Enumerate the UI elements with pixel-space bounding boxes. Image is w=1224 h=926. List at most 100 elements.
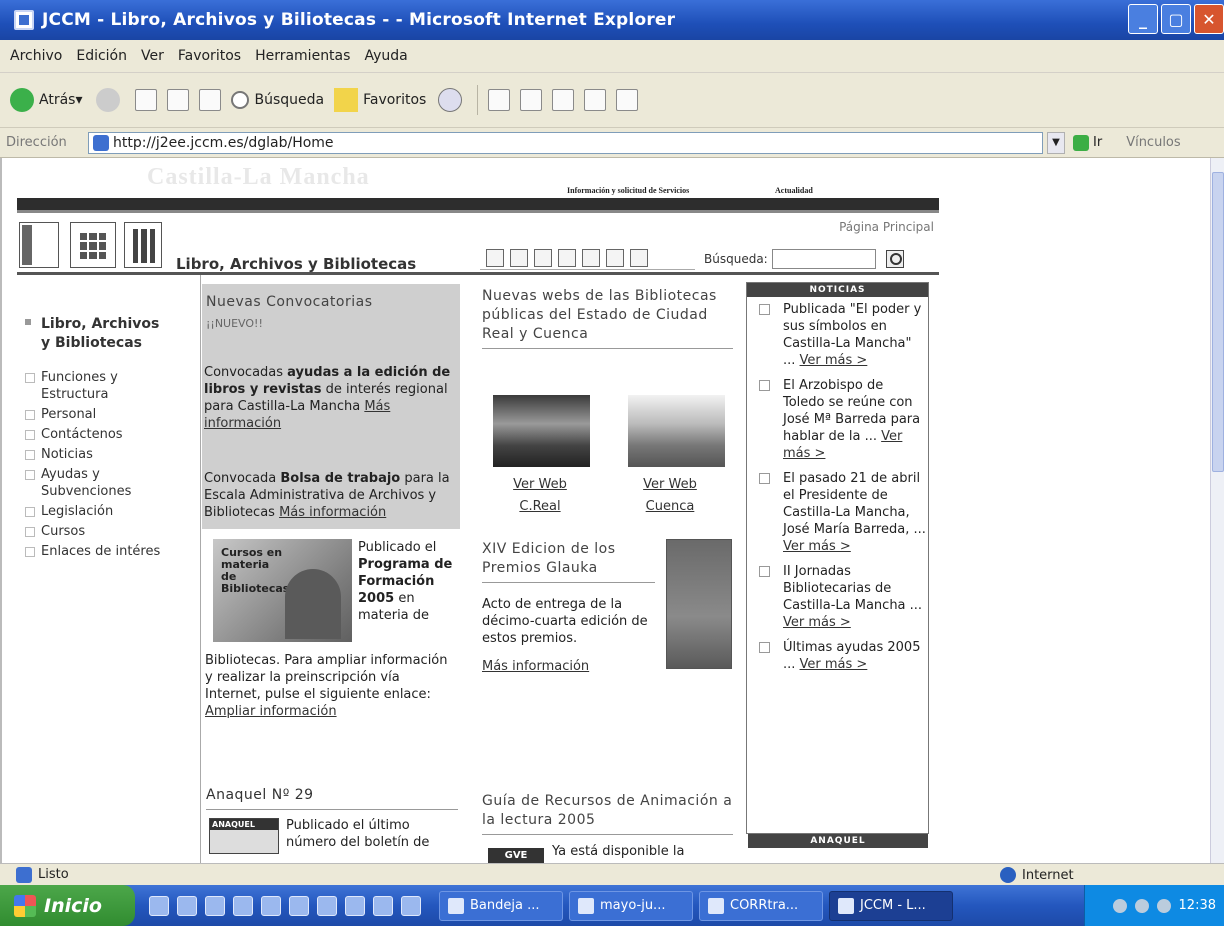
go-button[interactable]: Ir [1073, 134, 1102, 151]
guia-text: Ya está disponible la [552, 844, 685, 859]
tray-icon[interactable] [1156, 898, 1171, 913]
home-icon[interactable] [199, 89, 222, 111]
home-link[interactable]: Página Principal [839, 220, 934, 234]
window-title: JCCM - Libro, Archivos y Biliotecas - - … [42, 10, 676, 30]
menu-ver[interactable]: Ver [141, 48, 164, 64]
grid-tool-icon[interactable] [534, 248, 552, 267]
sitemap-icon[interactable] [630, 248, 648, 267]
news-item: II Jornadas Bibliotecarias de Castilla-L… [757, 563, 928, 631]
mail-tool-icon[interactable] [606, 248, 624, 267]
minimize-button[interactable]: _ [1128, 4, 1158, 34]
address-label: Dirección [6, 135, 67, 150]
site-search-icon[interactable] [885, 250, 904, 268]
ver-mas-link[interactable]: Ver más > [783, 615, 851, 630]
menu-ayuda[interactable]: Ayuda [364, 48, 407, 64]
quick-launch-icon[interactable] [401, 895, 421, 916]
sidebar-item-ayudas[interactable]: Ayudas y Subvenciones [25, 466, 145, 500]
edit-icon[interactable] [552, 89, 575, 111]
menu-edicion[interactable]: Edición [76, 48, 127, 64]
links-button[interactable]: Vínculos [1126, 135, 1180, 150]
text-size-icon[interactable] [582, 248, 600, 267]
forward-icon[interactable] [96, 88, 121, 112]
page-viewport: Castilla-La Mancha Información y solicit… [0, 158, 1224, 863]
task-mayo[interactable]: mayo-ju... [569, 890, 693, 921]
guia-logo: GVE [488, 848, 544, 863]
news-item: Publicada "El poder y sus símbolos en Ca… [757, 301, 928, 369]
quick-launch-icon[interactable] [345, 895, 365, 916]
ver-mas-link[interactable]: Ver más > [783, 539, 851, 554]
home-tool-icon[interactable] [486, 248, 504, 267]
ampliar-informacion-link[interactable]: Ampliar información [205, 704, 337, 719]
tray-icon[interactable] [1134, 898, 1149, 913]
task-corr[interactable]: CORRtra... [699, 890, 823, 921]
quick-launch-icon[interactable] [177, 895, 197, 916]
premios-text: Acto de entrega de la décimo-cuarta edic… [482, 597, 648, 646]
layout-three-column-icon[interactable] [124, 222, 162, 268]
quick-launch-icon[interactable] [317, 895, 337, 916]
magnifier-icon [231, 91, 250, 109]
quick-launch-icon[interactable] [233, 895, 253, 916]
close-button[interactable]: ✕ [1194, 4, 1224, 34]
sidebar-item-cursos[interactable]: Cursos [25, 523, 160, 540]
biblioteca-ciudad-real-photo[interactable] [493, 395, 590, 467]
vertical-scrollbar[interactable] [1210, 158, 1224, 863]
cursos-image[interactable]: Cursos en materia de Bibliotecas [213, 539, 352, 642]
sidebar-item-funciones[interactable]: Funciones y Estructura [25, 369, 145, 403]
scroll-thumb[interactable] [1212, 172, 1224, 472]
biblioteca-cuenca-photo[interactable] [628, 395, 725, 467]
quick-launch [149, 895, 421, 916]
site-brand: Castilla-La Mancha [147, 164, 370, 190]
ver-mas-link[interactable]: Ver más > [800, 353, 868, 368]
sidebar-item-legislacion[interactable]: Legislación [25, 503, 160, 520]
task-bandeja[interactable]: Bandeja ... [439, 890, 563, 921]
history-icon[interactable] [438, 88, 463, 112]
address-url: http://j2ee.jccm.es/dglab/Home [113, 134, 334, 151]
ver-web-cuenca-link[interactable]: Ver Web Cuenca [625, 474, 715, 518]
more-info-link[interactable]: Más información [279, 505, 386, 520]
quick-launch-icon[interactable] [373, 895, 393, 916]
premios-more-info-link[interactable]: Más información [482, 659, 589, 674]
nav-actualidad[interactable]: Actualidad [775, 186, 813, 195]
noticias-header: NOTICIAS [747, 283, 928, 297]
messenger-icon[interactable] [616, 89, 639, 111]
sidebar-item-enlaces[interactable]: Enlaces de intéres [25, 543, 160, 560]
ver-mas-link[interactable]: Ver más > [800, 657, 868, 672]
maximize-button[interactable]: ▢ [1161, 4, 1191, 34]
task-jccm[interactable]: JCCM - L... [829, 890, 953, 921]
nav-servicios[interactable]: Información y solicitud de Servicios [567, 186, 689, 195]
start-button[interactable]: Inicio [0, 885, 135, 926]
sidebar-item-contactenos[interactable]: Contáctenos [25, 426, 160, 443]
mail-icon[interactable] [488, 89, 511, 111]
refresh-icon[interactable] [167, 89, 190, 111]
discuss-icon[interactable] [584, 89, 607, 111]
quick-launch-icon[interactable] [205, 895, 225, 916]
menu-favoritos[interactable]: Favoritos [178, 48, 241, 64]
address-dropdown-icon[interactable]: ▼ [1047, 131, 1065, 154]
quick-launch-icon[interactable] [149, 895, 169, 916]
menu-bar: Archivo Edición Ver Favoritos Herramient… [0, 40, 1224, 73]
layout-grid-icon[interactable] [70, 222, 116, 268]
sidebar-item-personal[interactable]: Personal [25, 406, 160, 423]
anaquel-text: Publicado el último número del boletín d… [286, 818, 430, 850]
stop-icon[interactable] [135, 89, 158, 111]
menu-herramientas[interactable]: Herramientas [255, 48, 350, 64]
page-tool-icon[interactable] [510, 248, 528, 267]
ver-web-creal-link[interactable]: Ver Web C.Real [495, 474, 585, 518]
sidebar-item-noticias[interactable]: Noticias [25, 446, 160, 463]
search-button[interactable]: Búsqueda [231, 91, 324, 109]
layout-one-column-icon[interactable] [19, 222, 59, 268]
tray-icon[interactable] [1112, 898, 1127, 913]
site-search-input[interactable] [771, 249, 876, 269]
favorites-button[interactable]: Favoritos [334, 88, 426, 112]
back-arrow-icon [10, 88, 34, 112]
address-input[interactable]: http://j2ee.jccm.es/dglab/Home [88, 131, 1043, 154]
columns-tool-icon[interactable] [558, 248, 576, 267]
premios-poster[interactable] [666, 539, 732, 669]
menu-archivo[interactable]: Archivo [10, 48, 62, 64]
back-button[interactable]: Atrás ▾ [10, 88, 82, 112]
print-icon[interactable] [520, 89, 543, 111]
sidebar-heading[interactable]: Libro, Archivos y Bibliotecas [41, 315, 159, 353]
anaquel-thumbnail[interactable]: ANAQUEL [209, 818, 279, 854]
quick-launch-icon[interactable] [261, 895, 281, 916]
quick-launch-icon[interactable] [289, 895, 309, 916]
